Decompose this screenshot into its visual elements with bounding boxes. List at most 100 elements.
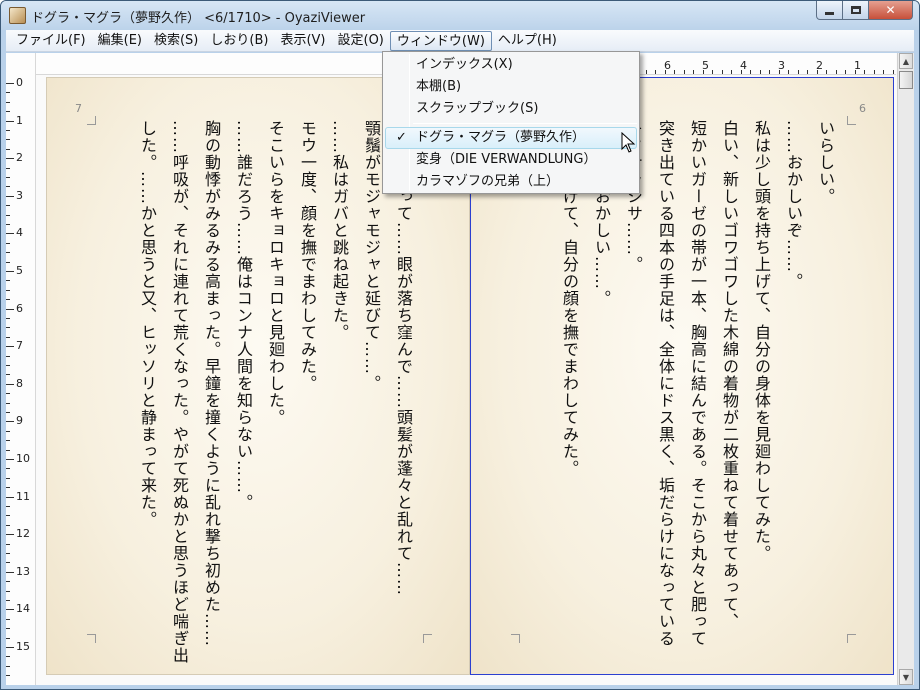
ruler-tick	[6, 665, 10, 667]
title-bar[interactable]: ドグラ・マグラ（夢野久作） <6/1710> - OyaziViewer ✕	[1, 1, 919, 30]
ruler-tick	[6, 402, 10, 404]
ruler-tick	[6, 440, 10, 442]
caption-buttons: ✕	[816, 1, 913, 21]
ruler-tick	[6, 562, 10, 564]
ruler-tick	[6, 487, 10, 489]
menu-item-index[interactable]: インデックス(X)	[385, 54, 637, 76]
ruler-label: 11	[16, 489, 30, 503]
ruler-tick	[6, 600, 10, 601]
ruler-tick	[759, 70, 761, 74]
minimize-button[interactable]	[816, 1, 843, 20]
text-column: ……呼吸が、それに連れて荒くなった。やがて死ぬかと思うほど喘ぎ出	[170, 120, 189, 664]
ruler-tick	[6, 92, 10, 94]
text-column: モウ一度、顔を撫でまわしてみた。	[298, 120, 317, 392]
menu-edit[interactable]: 編集(E)	[92, 31, 148, 51]
text-column: した。……かと思うと又、ヒッソリと静まって来た。	[138, 120, 157, 528]
ruler-tick	[6, 261, 10, 263]
scroll-thumb[interactable]	[899, 71, 913, 89]
menu-window[interactable]: ウィンドウ(W)	[389, 30, 492, 51]
ruler-tick	[788, 70, 789, 74]
crop-mark	[511, 634, 520, 643]
menu-settings[interactable]: 設定(O)	[332, 31, 390, 51]
ruler-tick	[6, 449, 10, 451]
check-icon: ✓	[396, 130, 407, 145]
vertical-scrollbar[interactable]: ▲ ▼	[897, 53, 914, 685]
menu-search[interactable]: 検索(S)	[148, 31, 204, 51]
mouse-cursor-icon	[621, 132, 636, 153]
ruler-tick	[6, 177, 10, 178]
ruler-tick	[6, 534, 14, 536]
menu-bookmark[interactable]: しおり(B)	[204, 31, 274, 51]
ruler-tick	[6, 139, 10, 141]
ruler-tick	[6, 459, 14, 460]
ruler-tick	[6, 158, 14, 160]
ruler-tick	[854, 70, 856, 74]
ruler-tick	[797, 70, 799, 74]
menu-item-label: ドグラ・マグラ（夢野久作）	[416, 130, 586, 145]
ruler-tick	[740, 70, 742, 74]
ruler-tick	[6, 242, 10, 244]
ruler-tick	[6, 468, 10, 470]
ruler-tick	[674, 70, 675, 74]
ruler-label: 1	[16, 113, 23, 127]
ruler-tick	[645, 70, 647, 74]
ruler-label: 10	[16, 452, 30, 465]
menu-view[interactable]: 表示(V)	[274, 31, 331, 51]
ruler-tick	[6, 318, 10, 319]
menu-help[interactable]: ヘルプ(H)	[492, 31, 563, 51]
text-column: 胸の動悸がみるみる高まった。早鐘を撞くように乱れ撃ち初めた……	[202, 120, 221, 647]
menu-file[interactable]: ファイル(F)	[10, 31, 92, 51]
ruler-tick	[6, 186, 10, 188]
ruler-tick	[6, 374, 10, 376]
ruler-tick	[807, 70, 808, 74]
menu-separator	[413, 123, 637, 124]
ruler-label: 8	[16, 376, 23, 390]
ruler-tick	[6, 195, 14, 197]
menu-item-bookshelf[interactable]: 本棚(B)	[385, 76, 637, 98]
maximize-icon	[850, 6, 861, 14]
ruler-tick	[6, 365, 10, 366]
ruler-label: 14	[16, 602, 30, 616]
ruler-tick	[6, 496, 14, 498]
ruler-tick	[664, 70, 666, 74]
page-number-left: 7	[75, 102, 82, 115]
close-button[interactable]: ✕	[869, 1, 913, 20]
ruler-label: 4	[16, 226, 23, 240]
ruler-tick	[6, 571, 14, 573]
ruler-tick	[826, 70, 827, 74]
scroll-down-button[interactable]: ▼	[899, 669, 913, 685]
ruler-tick	[6, 299, 10, 301]
app-icon[interactable]	[9, 7, 26, 24]
menu-bar: ファイル(F) 編集(E) 検索(S) しおり(B) 表示(V) 設定(O) ウ…	[6, 30, 914, 52]
menu-item-doc-dogura-magura[interactable]: ✓ ドグラ・マグラ（夢野久作）	[385, 127, 637, 149]
ruler-tick	[731, 70, 732, 74]
ruler-tick	[778, 70, 780, 74]
ruler-tick	[6, 289, 10, 291]
menu-item-doc-henshin[interactable]: 変身（DIE VERWANDLUNG）	[385, 149, 637, 171]
ruler-tick	[6, 524, 10, 526]
ruler-tick	[6, 355, 10, 357]
ruler-label: 7	[16, 339, 23, 353]
ruler-tick	[693, 70, 694, 74]
ruler-tick	[6, 383, 14, 385]
ruler-label: 5	[16, 264, 23, 277]
crop-mark	[847, 116, 856, 125]
ruler-tick	[6, 205, 10, 207]
ruler-tick	[6, 675, 10, 677]
arrow-up-icon: ▲	[902, 56, 910, 66]
crop-mark	[423, 634, 432, 643]
text-column: ……誰だろう……俺はコンナ人間を知らない……。	[234, 120, 253, 511]
ruler-tick	[6, 421, 14, 423]
menu-item-scrapbook[interactable]: スクラップブック(S)	[385, 98, 637, 120]
menu-item-doc-karamazov[interactable]: カラマゾフの兄弟（上）	[385, 171, 637, 193]
page-number-right: 6	[859, 102, 866, 115]
ruler-tick	[6, 609, 14, 611]
text-column: 顎鬚がモジャモジャと延びて……。	[362, 120, 381, 392]
maximize-button[interactable]	[843, 1, 869, 20]
ruler-tick	[6, 506, 10, 507]
ruler-tick	[6, 581, 10, 583]
ruler-label: 9	[16, 414, 23, 428]
ruler-label: 13	[16, 564, 30, 578]
ruler-tick	[683, 70, 685, 74]
scroll-up-button[interactable]: ▲	[899, 53, 913, 69]
